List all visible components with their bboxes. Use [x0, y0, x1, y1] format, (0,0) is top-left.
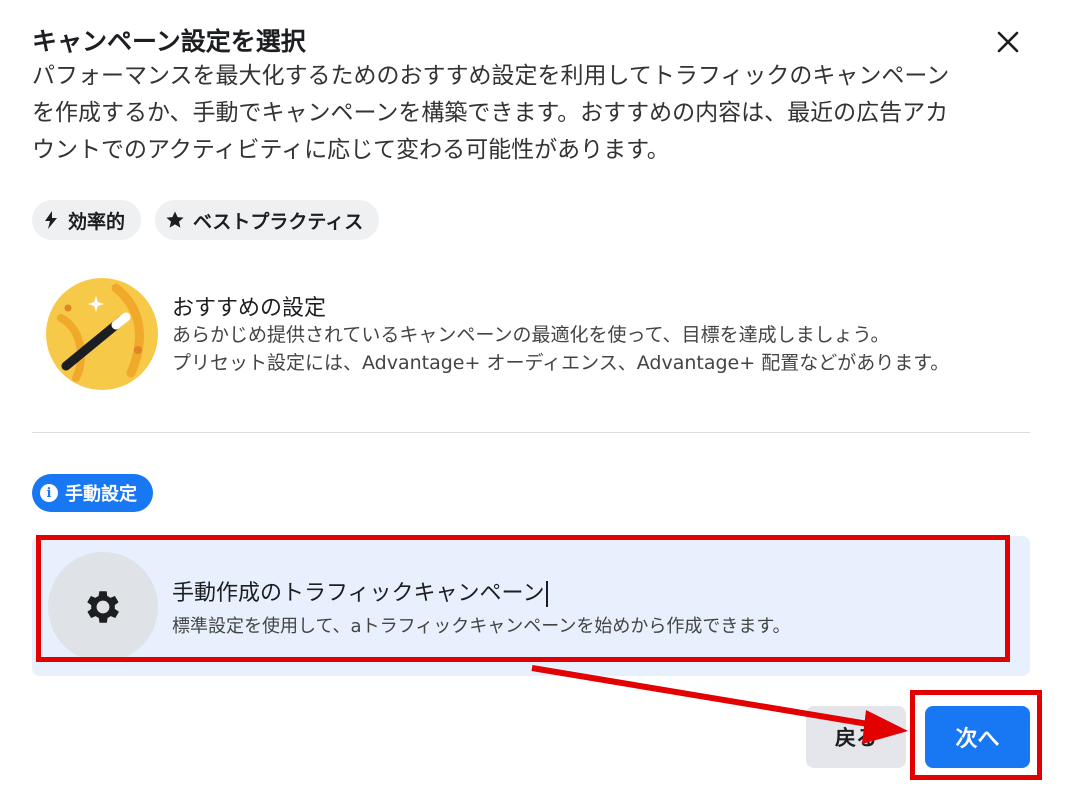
magic-wand-icon: [46, 278, 158, 390]
annotation-highlight-next: [910, 690, 1042, 780]
tag-efficient: 効率的: [32, 200, 142, 240]
recommended-description-line: プリセット設定には、Advantage+ オーディエンス、Advantage+ …: [172, 352, 950, 374]
recommended-description: あらかじめ提供されているキャンペーンの最適化を使って、目標を達成しましょう。 プ…: [172, 321, 1032, 377]
info-icon: i: [40, 484, 58, 502]
recommended-title[interactable]: おすすめの設定: [172, 290, 326, 322]
tag-list: 効率的 ベストプラクティス: [32, 200, 380, 240]
tag-label: 効率的: [68, 210, 126, 233]
badge-label: 手動設定: [65, 484, 137, 505]
tag-label: ベストプラクティス: [193, 210, 364, 233]
divider: [32, 432, 1030, 433]
recommended-description-line: あらかじめ提供されているキャンペーンの最適化を使って、目標を達成しましょう。: [172, 324, 890, 346]
lightning-icon: [45, 211, 57, 229]
dialog-description: パフォーマンスを最大化するためのおすすめ設定を利用してトラフィックのキャンペーン…: [32, 63, 950, 163]
close-icon[interactable]: [992, 26, 1024, 58]
annotation-highlight-option: [36, 535, 1010, 662]
tag-best-practice: ベストプラクティス: [155, 200, 380, 240]
back-button[interactable]: 戻る: [806, 706, 906, 768]
manual-settings-badge: i 手動設定: [32, 474, 153, 512]
star-icon: [166, 211, 184, 228]
dialog-title: キャンペーン設定を選択: [32, 27, 306, 56]
